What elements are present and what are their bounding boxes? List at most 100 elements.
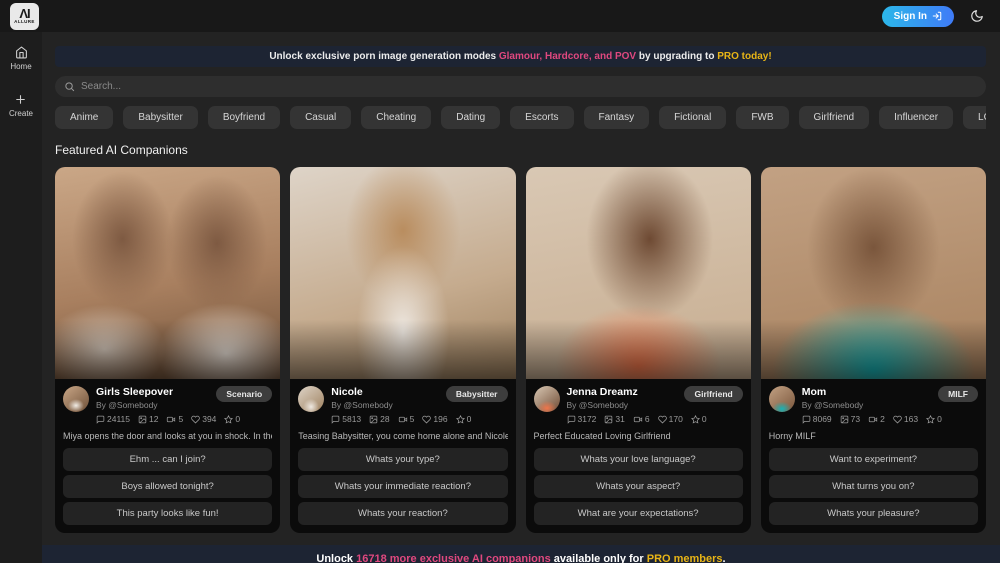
likes-icon — [893, 415, 902, 424]
chat-count: 24115 — [107, 414, 130, 424]
category-chip-anime[interactable]: Anime — [55, 106, 113, 129]
chat-count-icon — [331, 415, 340, 424]
moon-icon — [970, 9, 984, 23]
video-count: 2 — [880, 414, 885, 424]
prompt-button[interactable]: Whats your type? — [298, 448, 507, 471]
category-chip-influencer[interactable]: Influencer — [879, 106, 953, 129]
video-count-icon — [868, 415, 878, 424]
prompt-list: Whats your type? Whats your immediate re… — [298, 448, 507, 525]
companion-name[interactable]: Mom — [802, 386, 942, 398]
video-count-icon — [398, 415, 408, 424]
image-count: 28 — [380, 414, 389, 424]
avatar[interactable] — [298, 386, 324, 412]
video-count-icon — [166, 415, 176, 424]
sign-in-button[interactable]: Sign In — [882, 6, 954, 27]
companion-image[interactable] — [526, 167, 751, 379]
section-title: Featured AI Companions — [55, 143, 986, 157]
category-chip-casual[interactable]: Casual — [290, 106, 351, 129]
banner-text: Unlock exclusive porn image generation m… — [269, 51, 499, 62]
brand-logo[interactable]: ΛI ALLURE — [10, 3, 39, 30]
main-content: Unlock exclusive porn image generation m… — [42, 32, 1000, 563]
banner-text: by upgrading to — [636, 51, 717, 62]
category-badge[interactable]: MILF — [938, 386, 978, 402]
companion-description: Horny MILF — [769, 431, 978, 441]
sidebar: Home Create — [0, 32, 42, 563]
banner-text: Unlock — [316, 553, 356, 563]
stars-icon — [691, 415, 700, 424]
image-count-icon — [604, 415, 613, 424]
category-chip-babysitter[interactable]: Babysitter — [123, 106, 197, 129]
companion-stats: 24115 12 5 394 0 — [96, 414, 240, 424]
sidebar-item-label: Create — [9, 109, 33, 118]
image-count-icon — [840, 415, 849, 424]
stars-count: 0 — [467, 414, 472, 424]
prompt-button[interactable]: Ehm ... can I join? — [63, 448, 272, 471]
video-count: 5 — [178, 414, 183, 424]
companion-card: Girls Sleepover By @Somebody 24115 12 5 … — [55, 167, 280, 533]
companion-description: Perfect Educated Loving Girlfriend — [534, 431, 743, 441]
category-chip-boyfriend[interactable]: Boyfriend — [208, 106, 280, 129]
category-chip-escorts[interactable]: Escorts — [510, 106, 573, 129]
category-badge[interactable]: Babysitter — [446, 386, 508, 402]
companion-author: By @Somebody — [96, 400, 240, 410]
companion-image[interactable] — [55, 167, 280, 379]
sidebar-item-label: Home — [10, 62, 31, 71]
companion-description: Teasing Babysitter, you come home alone … — [298, 431, 507, 441]
companion-image[interactable] — [761, 167, 986, 379]
likes-icon — [191, 415, 200, 424]
avatar[interactable] — [63, 386, 89, 412]
category-chip-lgbtq-[interactable]: LGBTQ+ — [963, 106, 986, 129]
category-chip-fwb[interactable]: FWB — [736, 106, 788, 129]
image-count: 73 — [851, 414, 860, 424]
brand-logo-text: ΛI — [19, 8, 29, 19]
sidebar-item-home[interactable]: Home — [10, 46, 31, 71]
category-chip-fictional[interactable]: Fictional — [659, 106, 726, 129]
companion-stats: 3172 31 6 170 0 — [567, 414, 707, 424]
prompt-button[interactable]: What turns you on? — [769, 475, 978, 498]
prompt-list: Whats your love language? Whats your asp… — [534, 448, 743, 525]
avatar[interactable] — [534, 386, 560, 412]
prompt-button[interactable]: Whats your pleasure? — [769, 502, 978, 525]
prompt-button[interactable]: Whats your immediate reaction? — [298, 475, 507, 498]
category-chip-row: Anime Babysitter Boyfriend Casual Cheating Da… — [55, 106, 986, 129]
prompt-button[interactable]: Boys allowed tonight? — [63, 475, 272, 498]
category-chip-cheating[interactable]: Cheating — [361, 106, 431, 129]
upgrade-banner-top[interactable]: Unlock exclusive porn image generation m… — [55, 46, 986, 67]
category-chip-fantasy[interactable]: Fantasy — [584, 106, 650, 129]
avatar[interactable] — [769, 386, 795, 412]
sidebar-item-create[interactable]: Create — [9, 93, 33, 118]
category-badge[interactable]: Girlfriend — [684, 386, 742, 402]
search-input[interactable] — [81, 81, 977, 92]
image-count: 12 — [149, 414, 158, 424]
stars-count: 0 — [702, 414, 707, 424]
category-chip-dating[interactable]: Dating — [441, 106, 500, 129]
dark-mode-toggle[interactable] — [970, 9, 984, 23]
image-count: 31 — [615, 414, 624, 424]
companion-author: By @Somebody — [802, 400, 942, 410]
plus-icon — [14, 93, 27, 106]
banner-highlight-pro: PRO members — [647, 553, 723, 563]
video-count-icon — [633, 415, 643, 424]
login-icon — [932, 11, 942, 21]
image-count-icon — [138, 415, 147, 424]
stars-icon — [224, 415, 233, 424]
category-badge[interactable]: Scenario — [216, 386, 272, 402]
video-count: 6 — [645, 414, 650, 424]
stars-icon — [926, 415, 935, 424]
chat-count-icon — [567, 415, 576, 424]
prompt-button[interactable]: What are your expectations? — [534, 502, 743, 525]
prompt-button[interactable]: This party looks like fun! — [63, 502, 272, 525]
stars-count: 0 — [235, 414, 240, 424]
category-chip-girlfriend[interactable]: Girlfriend — [799, 106, 870, 129]
search-bar[interactable] — [55, 76, 986, 97]
prompt-button[interactable]: Want to experiment? — [769, 448, 978, 471]
stars-count: 0 — [937, 414, 942, 424]
prompt-button[interactable]: Whats your reaction? — [298, 502, 507, 525]
stars-icon — [456, 415, 465, 424]
upgrade-banner-bottom[interactable]: Unlock 16718 more exclusive AI companion… — [42, 545, 1000, 563]
prompt-button[interactable]: Whats your love language? — [534, 448, 743, 471]
prompt-button[interactable]: Whats your aspect? — [534, 475, 743, 498]
chat-count-icon — [802, 415, 811, 424]
companion-image[interactable] — [290, 167, 515, 379]
likes-count: 170 — [669, 414, 683, 424]
